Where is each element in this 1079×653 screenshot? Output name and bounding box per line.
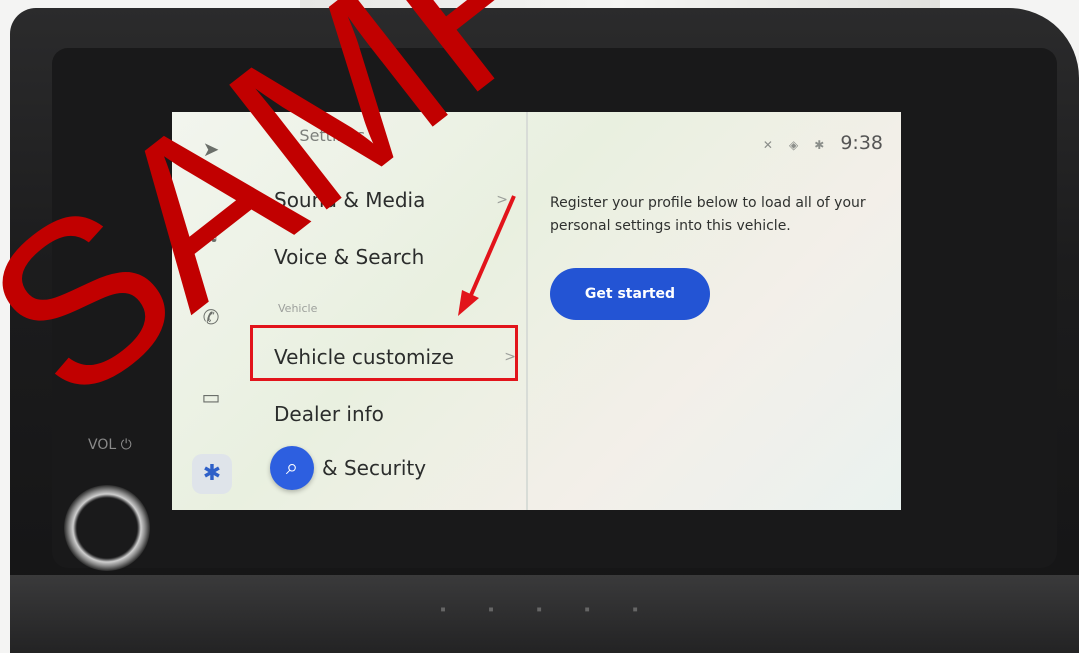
gear-icon[interactable]: ✱ xyxy=(192,454,232,494)
wireless-icon: ◈ xyxy=(788,138,799,152)
strip-labels: ▪ ▪ ▪ ▪ ▪ xyxy=(440,604,657,615)
vol-text: VOL xyxy=(88,437,117,453)
car-icon[interactable]: ▭ xyxy=(198,384,224,410)
menu-item-security[interactable]: & Security xyxy=(322,456,426,480)
signal-off-icon: ✕ xyxy=(762,138,773,152)
infotainment-screen: ➤ ♫ ✆ ▭ ✱ ✱ Settings Sound & Media > Voic… xyxy=(172,112,901,510)
phone-icon[interactable]: ✆ xyxy=(198,304,224,330)
settings-gear-icon: ✱ xyxy=(272,126,286,145)
menu-item-label: Dealer info xyxy=(274,402,384,426)
menu-item-label: & Security xyxy=(322,456,427,480)
side-rail: ➤ ♫ ✆ ▭ ✱ xyxy=(172,112,250,510)
menu-item-voice-search[interactable]: Voice & Search xyxy=(274,245,424,269)
status-bar: ✕ ◈ ✱ 9:38 xyxy=(763,132,883,154)
profile-description: Register your profile below to load all … xyxy=(550,195,866,234)
clock: 9:38 xyxy=(840,132,883,154)
settings-title: ✱ Settings xyxy=(272,126,365,145)
get-started-button[interactable]: Get started xyxy=(550,268,710,320)
menu-item-label: Sound & Media xyxy=(274,188,426,212)
chevron-right-icon: > xyxy=(496,192,508,208)
volume-knob[interactable] xyxy=(64,485,150,571)
section-label-vehicle: Vehicle xyxy=(278,302,318,315)
search-button[interactable]: ⌕ xyxy=(270,446,314,490)
power-icon: ⏻ xyxy=(120,437,132,453)
vol-label: VOL ⏻ xyxy=(88,437,132,453)
annotation-highlight-box xyxy=(250,325,518,381)
settings-menu: ✱ Settings Sound & Media > Voice & Search… xyxy=(250,112,526,510)
navigation-icon[interactable]: ➤ xyxy=(198,136,224,162)
music-icon[interactable]: ♫ xyxy=(198,220,224,246)
menu-item-label: Voice & Search xyxy=(274,245,425,269)
bluetooth-icon: ✱ xyxy=(814,138,825,152)
settings-title-text: Settings xyxy=(299,126,366,145)
menu-item-dealer-info[interactable]: Dealer info xyxy=(274,402,384,426)
menu-item-sound-media[interactable]: Sound & Media > xyxy=(274,188,508,212)
menu-divider xyxy=(526,112,528,510)
search-icon: ⌕ xyxy=(285,455,299,480)
